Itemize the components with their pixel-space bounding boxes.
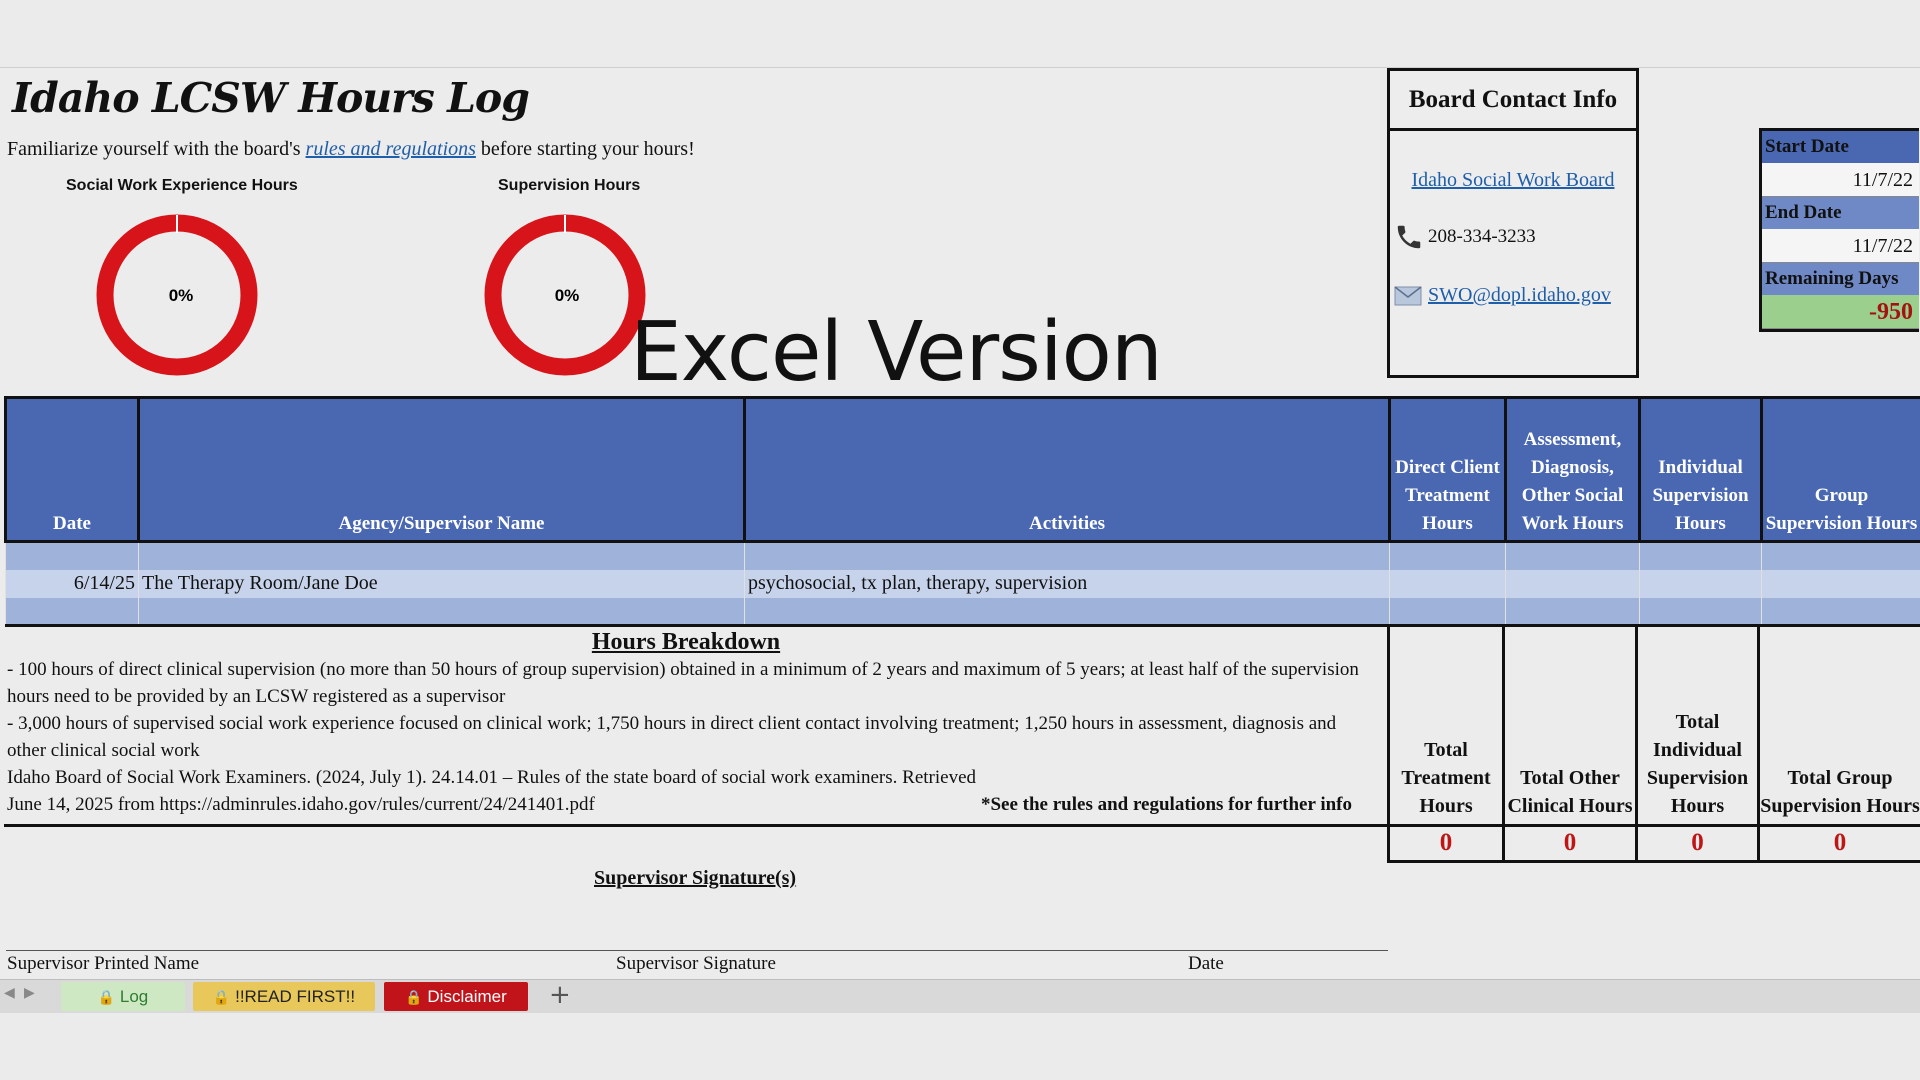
header-activities[interactable]: Activities (743, 396, 1391, 543)
supervision-donut-chart: 0% (484, 214, 646, 376)
email-link[interactable]: SWO@dopl.idaho.gov (1428, 284, 1611, 307)
cell-activities[interactable] (744, 541, 1390, 570)
lock-icon: 🔒 (212, 989, 231, 1005)
cell-assessment[interactable] (1505, 569, 1640, 598)
cell-individual[interactable] (1639, 597, 1762, 627)
end-date-cell[interactable]: 11/7/22 (1762, 229, 1919, 263)
signature-title: Supervisor Signature(s) (594, 867, 797, 889)
experience-donut-chart: 0% (96, 214, 258, 376)
header-individual-supervision[interactable]: Individual Supervision Hours (1638, 396, 1763, 543)
date-panel: Start Date 11/7/22 End Date 11/7/22 Rema… (1759, 128, 1919, 332)
cell-agency[interactable] (138, 541, 745, 570)
header-date[interactable]: Date (4, 396, 140, 543)
supervision-hours-label: Supervision Hours (498, 177, 641, 194)
phone-icon (1397, 225, 1421, 249)
excel-version-overlay: Excel Version (630, 305, 1163, 400)
signature-label: Supervisor Signature (616, 953, 776, 974)
hours-log-table: Date Agency/Supervisor Name Activities D… (4, 396, 1920, 627)
end-date-label: End Date (1762, 197, 1919, 229)
table-row: 6/14/25 The Therapy Room/Jane Doe psycho… (5, 569, 1920, 598)
cell-direct[interactable] (1389, 569, 1506, 598)
board-link[interactable]: Idaho Social Work Board (1412, 169, 1615, 191)
cell-individual[interactable] (1639, 541, 1762, 570)
signature-date-label: Date (1188, 953, 1224, 974)
header-direct-client[interactable]: Direct Client Treatment Hours (1388, 396, 1507, 543)
cell-date[interactable]: 6/14/25 (5, 569, 139, 598)
bottom-margin (0, 1013, 1920, 1080)
header-group-supervision[interactable]: Group Supervision Hours (1760, 396, 1920, 543)
cell-activities[interactable]: psychosocial, tx plan, therapy, supervis… (744, 569, 1390, 598)
tab-log[interactable]: 🔒 Log (61, 982, 185, 1011)
cell-date[interactable] (5, 541, 139, 570)
tab-disclaimer-label: Disclaimer (427, 987, 507, 1006)
breakdown-line-3: Idaho Board of Social Work Examiners. (2… (7, 767, 977, 788)
signature-line (6, 950, 1388, 951)
cell-assessment[interactable] (1505, 541, 1640, 570)
intro-text: Familiarize yourself with the board's ru… (7, 138, 695, 161)
cell-group[interactable] (1761, 541, 1920, 570)
tab-read-first-label: !!READ FIRST!! (235, 987, 356, 1006)
printed-name-label: Supervisor Printed Name (7, 953, 200, 974)
rules-link[interactable]: rules and regulations (306, 138, 476, 160)
phone-number: 208-334-3233 (1428, 226, 1536, 247)
total-group-supervision-value[interactable]: 0 (1757, 827, 1920, 863)
cell-direct[interactable] (1389, 541, 1506, 570)
remaining-days-label: Remaining Days (1762, 263, 1919, 295)
header-assessment[interactable]: Assessment, Diagnosis, Other Social Work… (1504, 396, 1641, 543)
total-treatment-label: Total Treatment Hours (1387, 627, 1505, 827)
breakdown-last-row: June 14, 2025 from https://adminrules.id… (4, 791, 1388, 818)
intro-after: before starting your hours! (475, 138, 695, 160)
supervision-percent: 0% (555, 286, 580, 305)
experience-percent: 0% (169, 286, 194, 305)
scroll-right-icon[interactable]: ▶ (24, 985, 35, 1001)
tab-read-first[interactable]: 🔒 !!READ FIRST!! (193, 982, 375, 1011)
cell-group[interactable] (1761, 569, 1920, 598)
total-other-clinical-label: Total Other Clinical Hours (1502, 627, 1638, 827)
cell-direct[interactable] (1389, 597, 1506, 627)
cell-agency[interactable] (138, 597, 745, 627)
breakdown-note: *See the rules and regulations for furth… (980, 794, 1352, 815)
start-date-label: Start Date (1762, 131, 1919, 163)
header-agency[interactable]: Agency/Supervisor Name (137, 396, 746, 543)
cell-group[interactable] (1761, 597, 1920, 627)
email-icon (1394, 285, 1422, 305)
breakdown-title: Hours Breakdown (591, 629, 781, 655)
tab-disclaimer[interactable]: 🔒 Disclaimer (384, 982, 528, 1011)
lock-icon: 🔒 (405, 989, 423, 1005)
cell-activities[interactable] (744, 597, 1390, 627)
cell-agency[interactable]: The Therapy Room/Jane Doe (138, 569, 745, 598)
intro-before: Familiarize yourself with the board's (7, 138, 306, 160)
breakdown-line-1: - 100 hours of direct clinical supervisi… (7, 659, 1359, 707)
remaining-days-cell[interactable]: -950 (1762, 295, 1919, 329)
tab-log-label: Log (119, 987, 149, 1006)
total-treatment-value[interactable]: 0 (1387, 827, 1505, 863)
phone-row: 208-334-3233 (1390, 222, 1636, 252)
breakdown-line-2: - 3,000 hours of supervised social work … (7, 713, 1337, 761)
total-individual-supervision-label: Total Individual Supervision Hours (1635, 627, 1760, 827)
add-sheet-button[interactable]: + (549, 980, 571, 1010)
total-individual-supervision-value[interactable]: 0 (1635, 827, 1760, 863)
table-row (5, 597, 1920, 627)
experience-hours-label: Social Work Experience Hours (66, 177, 298, 194)
cell-individual[interactable] (1639, 569, 1762, 598)
cell-date[interactable] (5, 597, 139, 627)
breakdown-line-4: June 14, 2025 from https://adminrules.id… (7, 794, 595, 815)
total-group-supervision-label: Total Group Supervision Hours (1757, 627, 1920, 827)
scroll-left-icon[interactable]: ◀ (4, 985, 15, 1001)
hours-breakdown-section: Hours Breakdown - 100 hours of direct cl… (4, 627, 1388, 827)
start-date-cell[interactable]: 11/7/22 (1762, 163, 1919, 197)
lock-icon: 🔒 (97, 989, 116, 1005)
contact-title: Board Contact Info (1390, 71, 1636, 131)
page-title: Idaho LCSW Hours Log (12, 74, 530, 122)
board-contact-box: Board Contact Info Idaho Social Work Boa… (1387, 68, 1639, 378)
total-other-clinical-value[interactable]: 0 (1502, 827, 1638, 863)
table-row (5, 541, 1920, 570)
email-row: SWO@dopl.idaho.gov (1390, 284, 1636, 307)
cell-assessment[interactable] (1505, 597, 1640, 627)
